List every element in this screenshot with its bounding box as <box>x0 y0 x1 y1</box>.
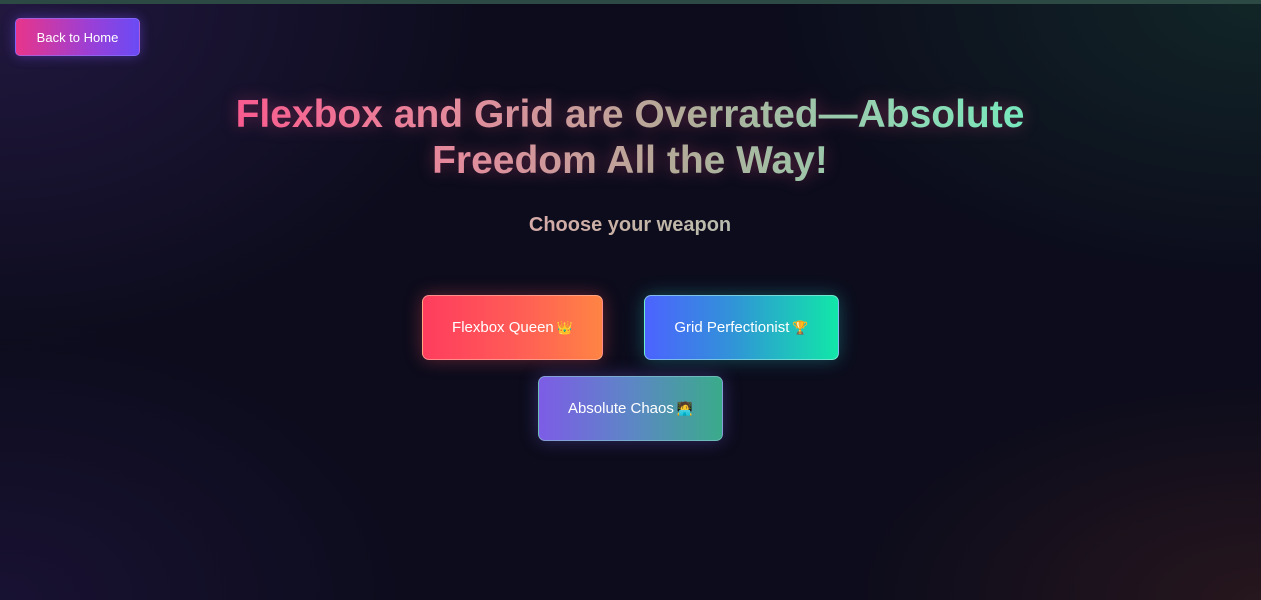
top-border <box>0 0 1261 4</box>
trophy-icon: 🏆 <box>792 320 809 335</box>
weapon-label: Grid Perfectionist <box>674 319 790 336</box>
grid-perfectionist-button[interactable]: Grid Perfectionist 🏆 <box>644 295 839 360</box>
back-to-home-button[interactable]: Back to Home <box>15 18 140 56</box>
crown-icon: 👑 <box>556 320 573 335</box>
flexbox-queen-button[interactable]: Flexbox Queen 👑 <box>422 295 603 360</box>
weapon-label: Flexbox Queen <box>452 319 554 336</box>
absolute-chaos-button[interactable]: Absolute Chaos 🧑‍💻 <box>538 376 723 441</box>
page-title: Flexbox and Grid are Overrated—Absolute … <box>180 92 1080 184</box>
technologist-icon: 🧑‍💻 <box>676 401 694 416</box>
weapon-label: Absolute Chaos <box>567 400 674 417</box>
page-subtitle: Choose your weapon <box>430 214 830 237</box>
